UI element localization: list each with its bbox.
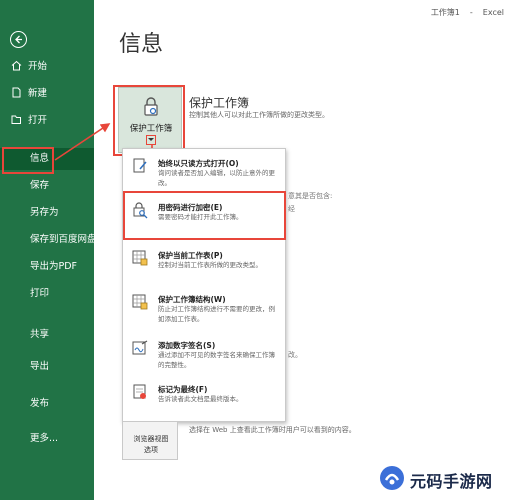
app-name: Excel: [482, 8, 504, 17]
sidebar-item-open[interactable]: 打开: [0, 110, 94, 132]
protect-description: 控制其他人可以对此工作簿所做的更改类型。: [189, 111, 329, 119]
back-arrow-icon[interactable]: [10, 31, 27, 48]
document-name: 工作簿1: [430, 8, 460, 17]
protect-workbook-menu: 始终以只读方式打开(O) 询问读者是否加入编辑，以防止意外的更改。 用密码进行加…: [122, 148, 286, 422]
new-document-icon: [12, 87, 21, 98]
sidebar-item-more[interactable]: 更多...: [0, 428, 94, 450]
sidebar-item-label: 共享: [30, 329, 50, 340]
browser-view-label-1: 浏览器视图: [133, 435, 169, 443]
mark-final-icon: [133, 384, 146, 399]
menu-item-desc: 防止对工作簿结构进行不需要的更改，例如添加工作表。: [158, 305, 275, 323]
menu-item-protect-structure[interactable]: 保护工作簿结构(W) 防止对工作簿结构进行不需要的更改，例如添加工作表。: [123, 289, 285, 333]
sidebar-item-export[interactable]: 导出: [0, 356, 94, 378]
page-title: 信息: [119, 32, 164, 57]
title-separator: -: [469, 8, 473, 17]
menu-item-desc: 询问读者是否加入编辑，以防止意外的更改。: [158, 169, 275, 187]
sidebar-item-new[interactable]: 新建: [0, 83, 94, 105]
sidebar-item-label: 打开: [28, 115, 48, 126]
backstage-sidebar: 开始 新建 打开 信息 保存 另存为 保存到百度网盘 导出为PDF 打印 共享 …: [0, 0, 97, 500]
menu-item-desc: 通过添加不可见的数字签名来确保工作簿的完整性。: [158, 351, 275, 369]
window-title: 工作簿1- Excel: [421, 7, 504, 18]
sidebar-item-label: 开始: [28, 61, 48, 72]
sidebar-item-publish[interactable]: 发布: [0, 393, 94, 415]
menu-item-desc: 控制对当前工作表所做的更改类型。: [158, 261, 262, 269]
sidebar-item-label: 发布: [30, 398, 50, 409]
sidebar-item-share[interactable]: 共享: [0, 324, 94, 346]
sidebar-item-label: 更多...: [30, 433, 59, 444]
background-text: 改。: [288, 351, 302, 359]
sidebar-item-save-as[interactable]: 另存为: [0, 202, 94, 224]
browser-view-options-button[interactable]: 浏览器视图 选项: [122, 422, 178, 460]
menu-item-title: 保护当前工作表(P): [158, 251, 223, 260]
menu-item-title: 保护工作簿结构(W): [158, 295, 226, 304]
sidebar-item-label: 另存为: [30, 207, 59, 218]
sidebar-item-home[interactable]: 开始: [0, 56, 94, 78]
info-highlight-box: [2, 147, 54, 174]
browser-view-description: 选择在 Web 上查看此工作簿时用户可以看到的内容。: [189, 426, 356, 434]
sidebar-item-save-to-baidu[interactable]: 保存到百度网盘: [0, 229, 97, 251]
sidebar-item-label: 新建: [28, 88, 48, 99]
sidebar-item-export-pdf[interactable]: 导出为PDF: [0, 256, 94, 278]
browser-view-label-2: 选项: [144, 446, 158, 454]
menu-item-title: 添加数字签名(S): [158, 341, 216, 350]
sidebar-item-label: 保存: [30, 180, 50, 191]
sidebar-item-label: 导出: [30, 361, 50, 372]
menu-item-title: 标记为最终(F): [158, 385, 208, 394]
menu-item-digital-signature[interactable]: 添加数字签名(S) 通过添加不可见的数字签名来确保工作簿的完整性。: [123, 335, 285, 379]
encrypt-highlight-box: [123, 191, 286, 240]
document-pen-icon: [133, 158, 147, 173]
menu-item-desc: 告诉读者此文档是最终版本。: [158, 395, 243, 403]
sidebar-item-label: 导出为PDF: [30, 261, 78, 272]
sidebar-item-print[interactable]: 打印: [0, 283, 94, 305]
sheet-lock-icon: [132, 250, 148, 266]
protect-heading: 保护工作簿: [189, 96, 250, 110]
folder-open-icon: [11, 115, 21, 124]
background-text: 意其是否包含:: [288, 192, 333, 200]
watermark-logo-icon: [380, 466, 404, 490]
site-watermark: 元码手游网: [378, 464, 516, 494]
protect-highlight-box: [113, 85, 185, 156]
menu-item-protect-sheet[interactable]: 保护当前工作表(P) 控制对当前工作表所做的更改类型。: [123, 245, 285, 289]
background-text: 经: [288, 205, 295, 213]
menu-item-title: 始终以只读方式打开(O): [158, 159, 239, 168]
workbook-lock-icon: [132, 294, 148, 310]
sidebar-item-label: 打印: [30, 288, 50, 299]
home-icon: [11, 60, 22, 71]
sidebar-item-save[interactable]: 保存: [0, 175, 94, 197]
sidebar-item-label: 保存到百度网盘: [30, 234, 97, 245]
menu-item-mark-final[interactable]: 标记为最终(F) 告诉读者此文档是最终版本。: [123, 379, 285, 423]
watermark-text: 元码手游网: [410, 472, 493, 491]
signature-icon: [132, 340, 148, 355]
